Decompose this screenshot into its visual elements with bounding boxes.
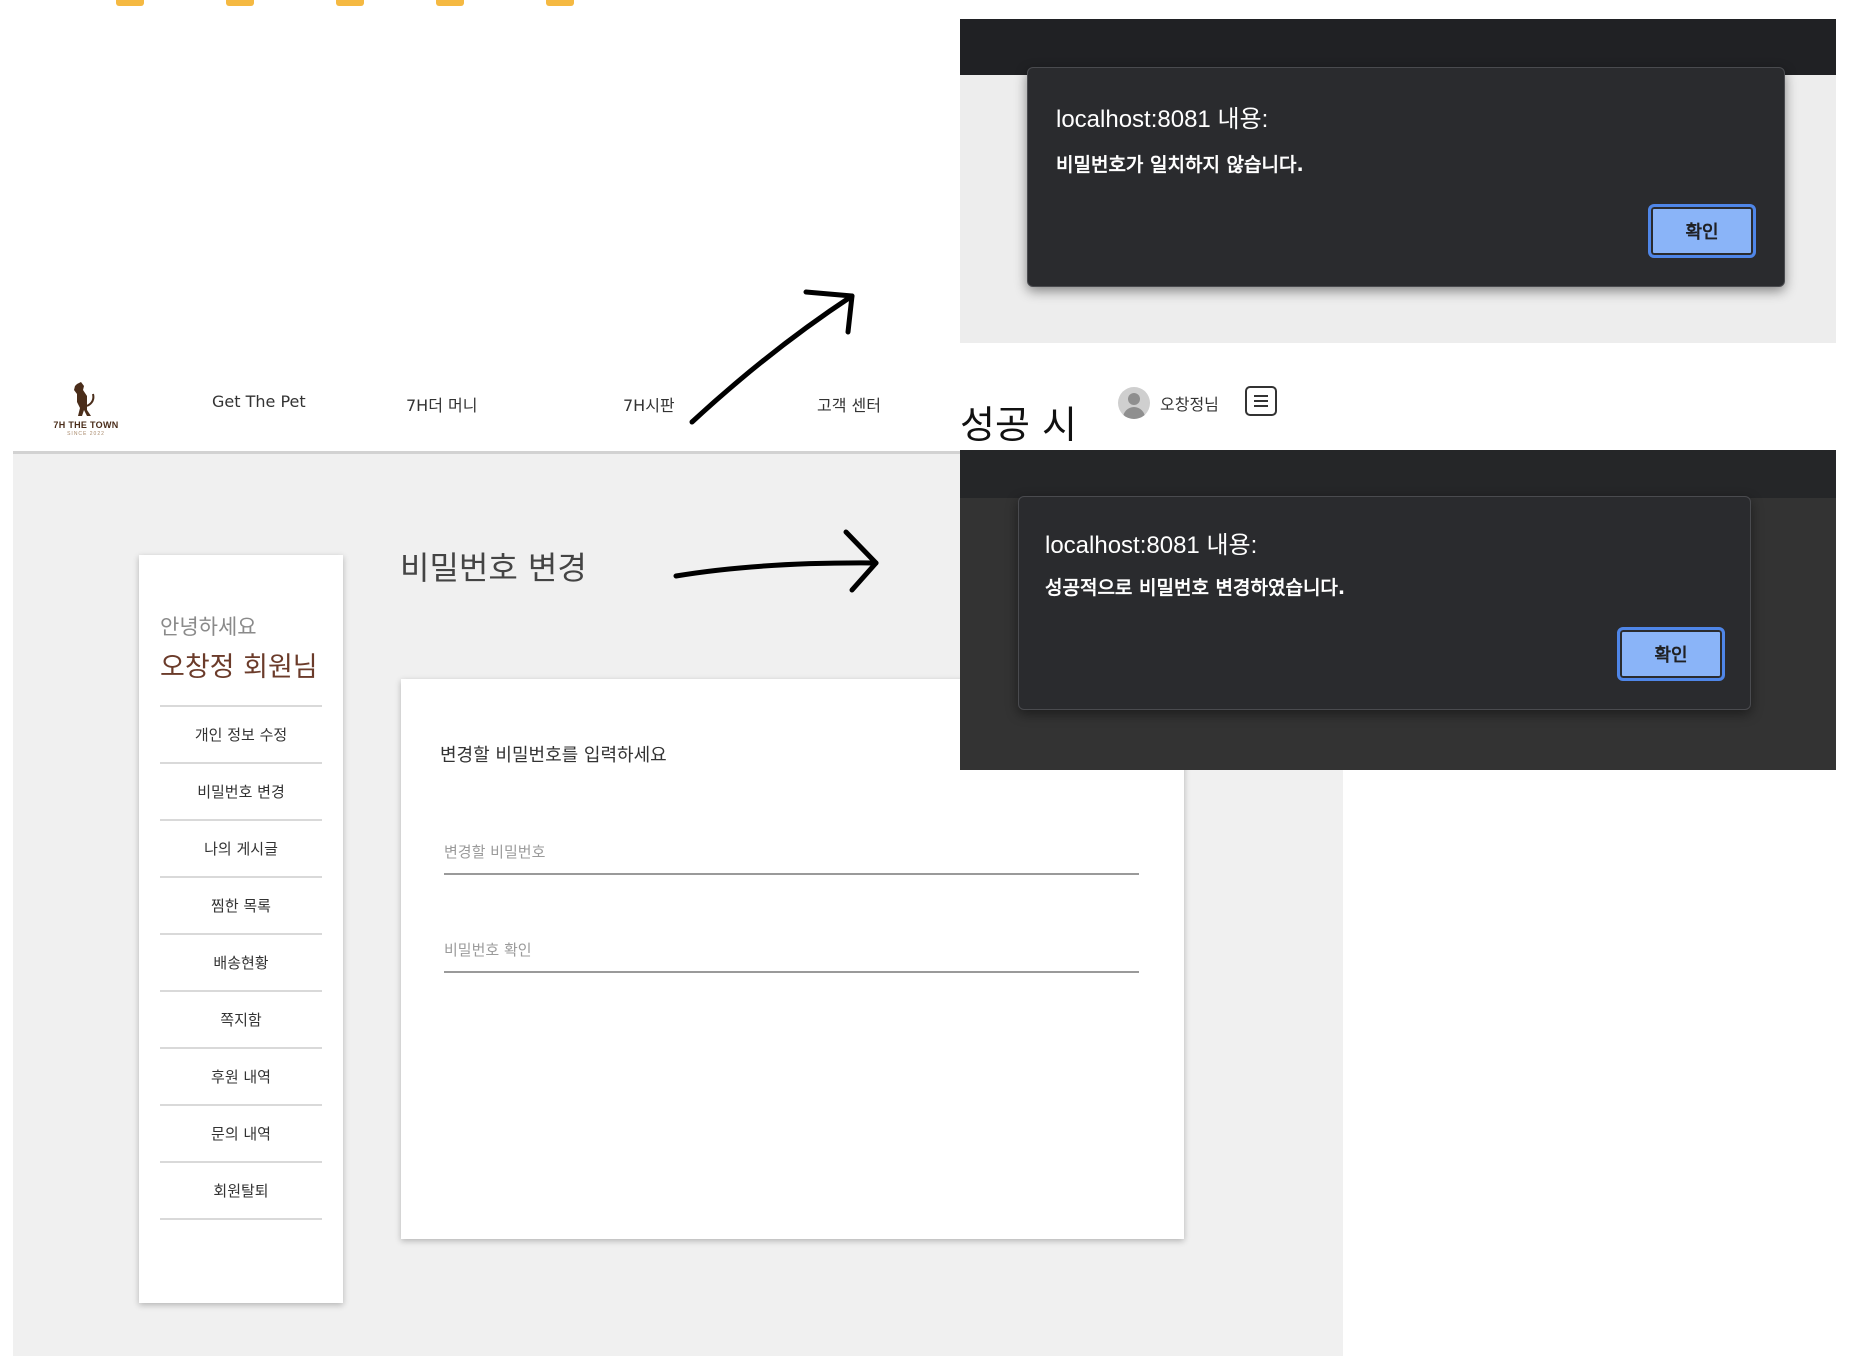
sidebar-item-donations[interactable]: 후원 내역: [160, 1049, 322, 1106]
new-password-input[interactable]: [444, 831, 1139, 873]
success-dialog: localhost:8081 내용: 성공적으로 비밀번호 변경하였습니다. 확…: [1018, 496, 1751, 710]
logo-text: 7H THE TOWN: [53, 420, 119, 430]
sidebar-item-inquiries[interactable]: 문의 내역: [160, 1106, 322, 1163]
decorative-dash: [116, 0, 144, 6]
greeting-text: 안녕하세요: [160, 615, 257, 639]
browser-bar: [960, 450, 1836, 498]
sidebar-item-withdraw[interactable]: 회원탈퇴: [160, 1163, 322, 1220]
sidebar-menu: 개인 정보 수정 비밀번호 변경 나의 게시글 찜한 목록 배송현황 쪽지함 후…: [160, 705, 322, 1220]
page-title: 비밀번호 변경: [400, 549, 587, 587]
sidebar-item-messages[interactable]: 쪽지함: [160, 992, 322, 1049]
nav-customer-center[interactable]: 고객 센터: [817, 392, 881, 416]
sidebar-card: 안녕하세요 오창정 회원님 개인 정보 수정 비밀번호 변경 나의 게시글 찜한…: [139, 555, 343, 1303]
failure-alert-screenshot: localhost:8081 내용: 비밀번호가 일치하지 않습니다. 확인: [960, 19, 1836, 343]
decorative-dash: [546, 0, 574, 6]
decorative-dash: [436, 0, 464, 6]
new-password-field: [444, 831, 1139, 875]
user-avatar-icon[interactable]: [1118, 387, 1150, 419]
decorative-dash: [226, 0, 254, 6]
sidebar-item-delivery[interactable]: 배송현황: [160, 935, 322, 992]
menu-icon[interactable]: [1245, 386, 1277, 416]
success-alert-screenshot: localhost:8081 내용: 성공적으로 비밀번호 변경하였습니다. 확…: [960, 450, 1836, 770]
sidebar-item-edit-profile[interactable]: 개인 정보 수정: [160, 707, 322, 764]
annotated-screenshot: 7H THE TOWN SINCE 2022 Get The Pet 7H더 머…: [0, 0, 1854, 1368]
failure-dialog: localhost:8081 내용: 비밀번호가 일치하지 않습니다. 확인: [1027, 67, 1785, 287]
sidebar-item-wishlist[interactable]: 찜한 목록: [160, 878, 322, 935]
sidebar-item-my-posts[interactable]: 나의 게시글: [160, 821, 322, 878]
failure-dialog-message: 비밀번호가 일치하지 않습니다.: [1056, 154, 1304, 176]
decorative-dash: [336, 0, 364, 6]
success-label: 성공 시: [960, 403, 1077, 447]
nav-board[interactable]: 7H시판: [623, 392, 675, 416]
nav-money[interactable]: 7H더 머니: [406, 392, 477, 416]
form-prompt: 변경할 비밀번호를 입력하세요: [440, 745, 667, 766]
dog-logo-icon: [74, 382, 95, 416]
brand-logo[interactable]: 7H THE TOWN SINCE 2022: [47, 380, 125, 438]
failure-ok-button[interactable]: 확인: [1648, 204, 1756, 258]
success-dialog-title: localhost:8081 내용:: [1045, 532, 1258, 559]
confirm-password-field: [444, 929, 1139, 973]
sidebar-item-change-password[interactable]: 비밀번호 변경: [160, 764, 322, 821]
success-ok-button[interactable]: 확인: [1617, 627, 1725, 681]
user-name[interactable]: 오창정님: [1160, 391, 1219, 415]
success-dialog-message: 성공적으로 비밀번호 변경하였습니다.: [1045, 577, 1346, 599]
nav-get-the-pet[interactable]: Get The Pet: [212, 392, 306, 411]
failure-dialog-title: localhost:8081 내용:: [1056, 106, 1269, 133]
logo-subtext: SINCE 2022: [67, 431, 105, 437]
confirm-password-input[interactable]: [444, 929, 1139, 971]
member-name: 오창정 회원님: [160, 652, 318, 683]
